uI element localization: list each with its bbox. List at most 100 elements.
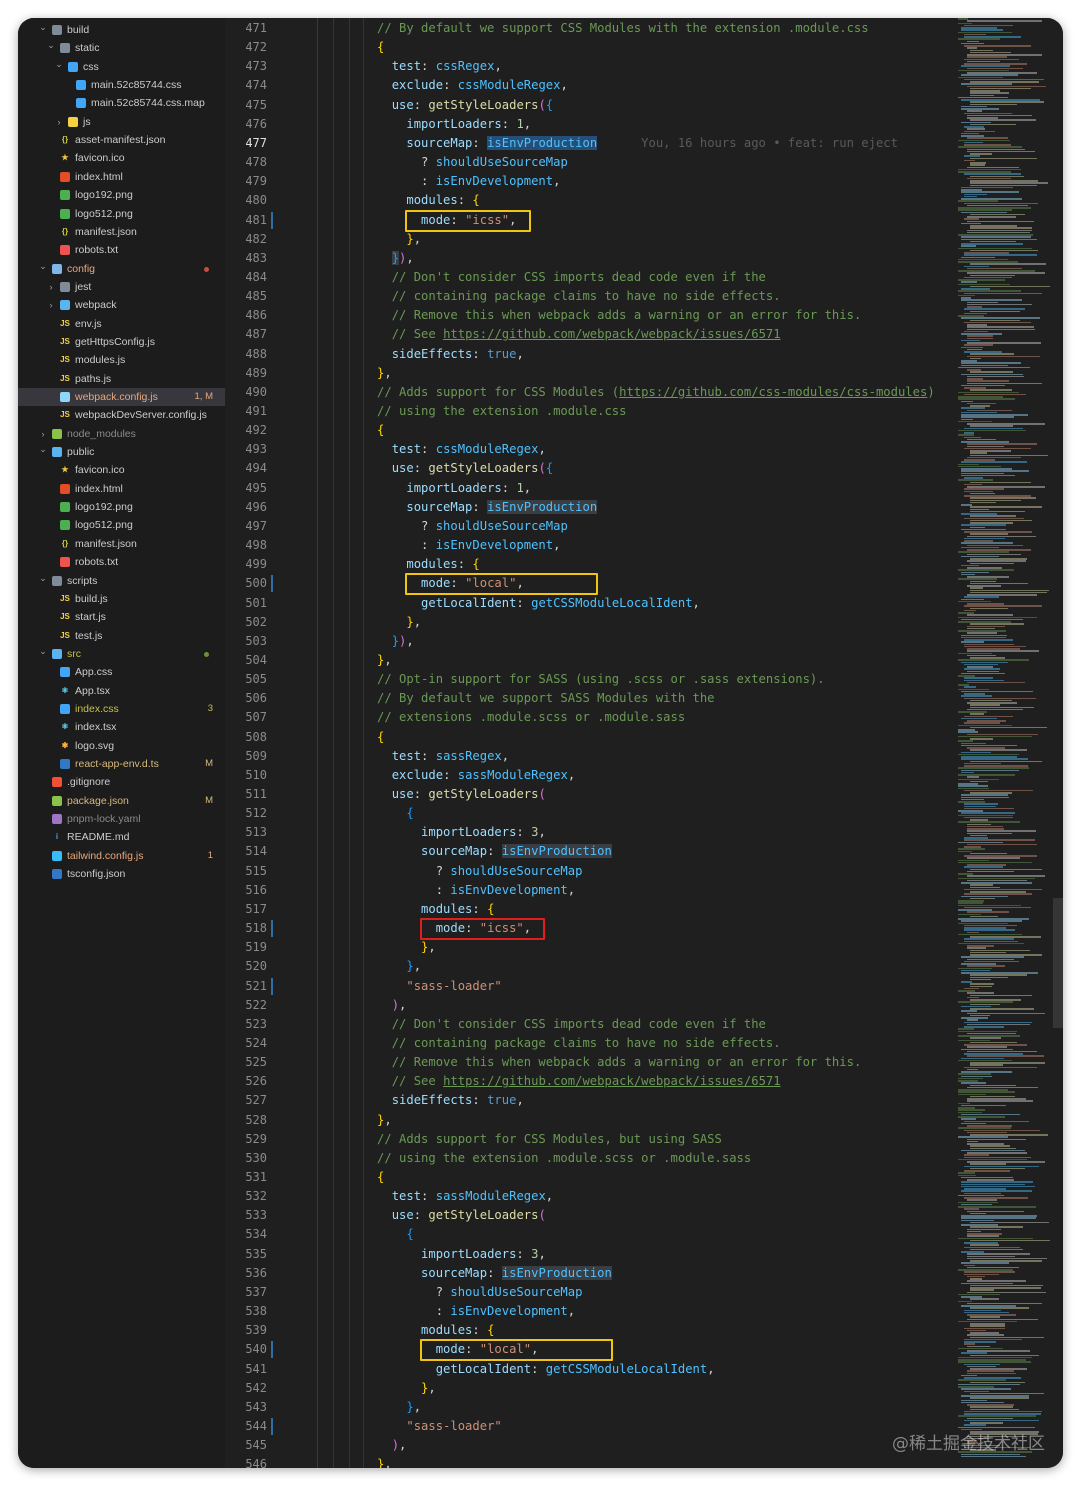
minimap[interactable] xyxy=(956,18,1051,1468)
code-line[interactable]: : isEnvDevelopment, xyxy=(377,172,560,191)
explorer-file[interactable]: JS modules.js xyxy=(18,351,225,369)
code-line[interactable]: { xyxy=(377,728,384,747)
code-line[interactable]: sourceMap: isEnvProduction xyxy=(377,498,598,517)
code-line[interactable]: }), xyxy=(377,632,414,651)
code-line[interactable]: importLoaders: 1, xyxy=(377,115,531,134)
chevron-right-icon[interactable]: › xyxy=(46,278,56,296)
explorer-folder[interactable]: ⌄ css xyxy=(18,58,225,76)
code-area[interactable]: // By default we support CSS Modules wit… xyxy=(377,18,963,1468)
explorer-file[interactable]: {} manifest.json xyxy=(18,223,225,241)
code-line[interactable]: // By default we support SASS Modules wi… xyxy=(377,689,715,708)
explorer-folder[interactable]: › js xyxy=(18,113,225,131)
code-line[interactable]: // Remove this when webpack adds a warni… xyxy=(377,306,862,325)
code-line[interactable]: }, xyxy=(377,1398,421,1417)
explorer-file[interactable]: ⚛ App.tsx xyxy=(18,682,225,700)
code-line[interactable]: exclude: cssModuleRegex, xyxy=(377,76,568,95)
chevron-down-icon[interactable]: ⌄ xyxy=(38,257,48,275)
code-line[interactable]: { xyxy=(377,421,384,440)
code-line[interactable]: { xyxy=(377,1225,413,1244)
code-line[interactable]: : isEnvDevelopment, xyxy=(377,536,560,555)
code-line[interactable]: : isEnvDevelopment, xyxy=(377,1302,575,1321)
explorer-folder[interactable]: › webpack xyxy=(18,296,225,314)
chevron-down-icon[interactable]: ⌄ xyxy=(54,55,64,73)
explorer-file[interactable]: logo512.png xyxy=(18,516,225,534)
code-line[interactable]: }, xyxy=(377,651,392,670)
explorer-file[interactable]: i README.md xyxy=(18,828,225,846)
explorer-file[interactable]: ★ favicon.ico xyxy=(18,461,225,479)
explorer-file[interactable]: JS paths.js xyxy=(18,370,225,388)
code-line[interactable]: test: sassRegex, xyxy=(377,747,509,766)
explorer-file[interactable]: {} manifest.json xyxy=(18,535,225,553)
chevron-right-icon[interactable]: › xyxy=(46,296,56,314)
code-editor[interactable]: 471 472 473 474 475 476 477 478 479 480 481 482 483 4… xyxy=(225,18,1063,1468)
explorer-folder[interactable]: ⌄ static xyxy=(18,39,225,57)
code-line[interactable]: getLocalIdent: getCSSModuleLocalIdent, xyxy=(377,594,700,613)
code-line[interactable]: test: cssModuleRegex, xyxy=(377,440,546,459)
explorer-folder[interactable]: ⌄ config xyxy=(18,260,225,278)
code-line[interactable]: importLoaders: 3, xyxy=(377,823,546,842)
explorer-file[interactable]: react-app-env.d.ts M xyxy=(18,755,225,773)
code-line[interactable]: { xyxy=(377,804,413,823)
code-line[interactable]: // Adds support for CSS Modules (https:/… xyxy=(377,383,935,402)
code-line[interactable]: { xyxy=(377,38,384,57)
code-line[interactable]: }, xyxy=(377,1379,436,1398)
code-line[interactable]: // See https://github.com/webpack/webpac… xyxy=(377,1072,781,1091)
code-line[interactable]: ), xyxy=(377,996,407,1015)
code-line[interactable]: ? shouldUseSourceMap xyxy=(377,517,568,536)
explorer-file[interactable]: JS test.js xyxy=(18,627,225,645)
explorer-file[interactable]: App.css xyxy=(18,663,225,681)
code-line[interactable]: use: getStyleLoaders( xyxy=(377,785,546,804)
code-line[interactable]: ? shouldUseSourceMap xyxy=(377,1283,583,1302)
explorer-file[interactable]: ★ favicon.ico xyxy=(18,149,225,167)
code-line[interactable]: importLoaders: 1, xyxy=(377,479,531,498)
explorer-file[interactable]: pnpm-lock.yaml xyxy=(18,810,225,828)
explorer-file[interactable]: JS webpackDevServer.config.js xyxy=(18,406,225,424)
code-line[interactable]: use: getStyleLoaders( xyxy=(377,1206,546,1225)
explorer-file[interactable]: tailwind.config.js 1 xyxy=(18,847,225,865)
code-line[interactable]: sourceMap: isEnvProduction xyxy=(377,1264,612,1283)
code-line[interactable]: use: getStyleLoaders({ xyxy=(377,96,553,115)
explorer-file[interactable]: ⚛ index.tsx xyxy=(18,718,225,736)
code-line[interactable]: getLocalIdent: getCSSModuleLocalIdent, xyxy=(377,1360,715,1379)
explorer-folder[interactable]: › node_modules xyxy=(18,425,225,443)
code-line[interactable]: modules: { xyxy=(377,1321,494,1340)
code-line[interactable]: ? shouldUseSourceMap xyxy=(377,153,568,172)
explorer-folder[interactable]: › jest xyxy=(18,278,225,296)
code-line[interactable]: }, xyxy=(377,938,436,957)
explorer-folder[interactable]: ⌄ scripts xyxy=(18,572,225,590)
code-line[interactable]: test: cssRegex, xyxy=(377,57,502,76)
explorer-file[interactable]: logo512.png xyxy=(18,205,225,223)
code-line[interactable]: }, xyxy=(377,1455,392,1468)
explorer-file[interactable]: robots.txt xyxy=(18,553,225,571)
explorer-file[interactable]: logo192.png xyxy=(18,498,225,516)
code-line[interactable]: }, xyxy=(377,1111,392,1130)
code-line[interactable]: importLoaders: 3, xyxy=(377,1245,546,1264)
chevron-down-icon[interactable]: ⌄ xyxy=(38,642,48,660)
explorer-file[interactable]: robots.txt xyxy=(18,241,225,259)
code-line[interactable]: // Remove this when webpack adds a warni… xyxy=(377,1053,862,1072)
explorer-file[interactable]: JS build.js xyxy=(18,590,225,608)
explorer-file[interactable]: package.json M xyxy=(18,792,225,810)
code-line[interactable]: ), xyxy=(377,1436,407,1455)
explorer-file[interactable]: JS getHttpsConfig.js xyxy=(18,333,225,351)
explorer-folder[interactable]: ⌄ src xyxy=(18,645,225,663)
chevron-down-icon[interactable]: ⌄ xyxy=(38,569,48,587)
code-line[interactable]: test: sassModuleRegex, xyxy=(377,1187,553,1206)
code-line[interactable]: exclude: sassModuleRegex, xyxy=(377,766,575,785)
explorer-folder[interactable]: ⌄ public xyxy=(18,443,225,461)
explorer-file[interactable]: webpack.config.js 1, M xyxy=(18,388,225,406)
code-line[interactable]: sourceMap: isEnvProduction xyxy=(377,842,612,861)
code-line[interactable]: }, xyxy=(377,957,421,976)
code-line[interactable]: "sass-loader" xyxy=(377,1417,501,1436)
chevron-down-icon[interactable]: ⌄ xyxy=(38,18,48,36)
code-line[interactable]: // using the extension .module.scss or .… xyxy=(377,1149,751,1168)
code-line[interactable]: modules: { xyxy=(377,900,494,919)
code-line[interactable]: : isEnvDevelopment, xyxy=(377,881,575,900)
explorer-file[interactable]: .gitignore xyxy=(18,773,225,791)
chevron-down-icon[interactable]: ⌄ xyxy=(38,440,48,458)
code-line[interactable]: // By default we support CSS Modules wit… xyxy=(377,19,869,38)
explorer-file[interactable]: index.html xyxy=(18,168,225,186)
code-line[interactable]: }, xyxy=(377,613,421,632)
code-line[interactable]: modules: { xyxy=(377,191,479,210)
explorer-file[interactable]: main.52c85744.css.map xyxy=(18,94,225,112)
